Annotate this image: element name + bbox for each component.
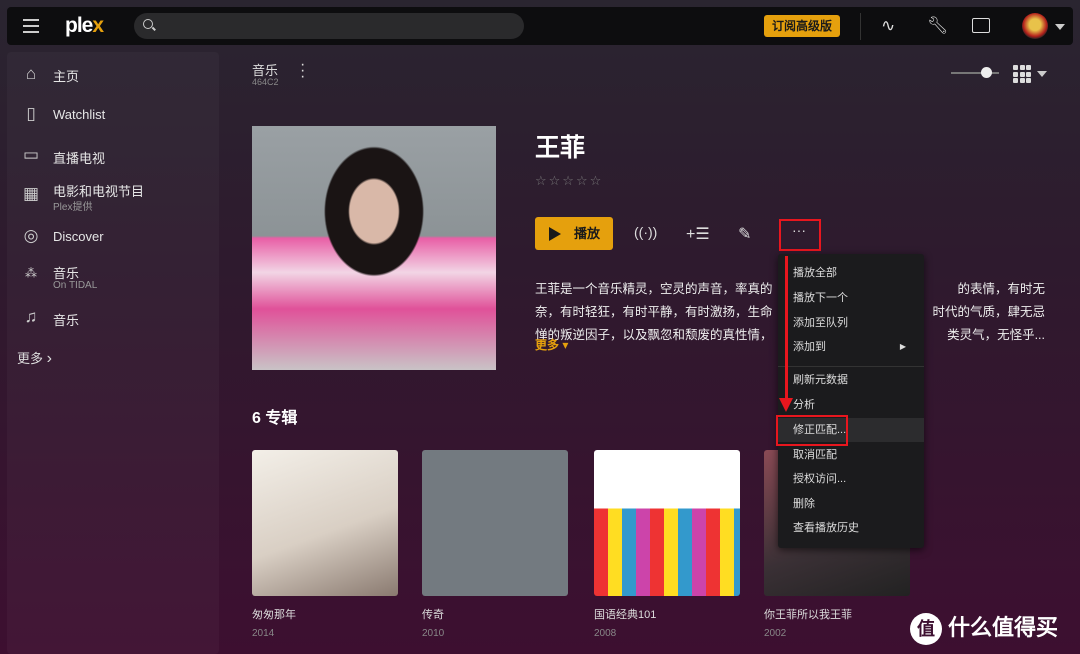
annotation-box <box>776 415 848 446</box>
grid-view-icon[interactable] <box>1013 65 1031 83</box>
sidebar-item-live-tv[interactable]: ▭ 直播电视 <box>7 138 219 174</box>
menu-item-unmatch[interactable]: 取消匹配 <box>778 443 924 467</box>
menu-item-add-to-queue[interactable]: 添加至队列 <box>778 311 924 335</box>
film-icon: ▦ <box>22 184 40 203</box>
album-cover <box>252 450 398 596</box>
add-to-queue-icon[interactable]: +☰ <box>686 224 710 244</box>
sidebar-item-watchlist[interactable]: ▯ Watchlist <box>7 97 219 133</box>
menu-item-play-next[interactable]: 播放下一个 <box>778 286 924 310</box>
top-bar: plex 订阅高级版 ∿ 🔧︎ <box>7 7 1073 45</box>
avatar[interactable] <box>1022 13 1048 39</box>
premium-button[interactable]: 订阅高级版 <box>764 15 840 37</box>
edit-icon[interactable]: ✎ <box>738 224 751 244</box>
menu-item-refresh-metadata[interactable]: 刷新元数据 <box>778 368 924 392</box>
annotation-arrow <box>785 256 788 404</box>
star-rating[interactable]: ☆☆☆☆☆ <box>535 173 603 189</box>
bookmark-icon: ▯ <box>26 104 36 123</box>
activity-icon[interactable]: ∿ <box>881 16 895 36</box>
wrench-icon[interactable]: 🔧︎ <box>927 16 949 36</box>
sidebar-more[interactable]: 更多 › <box>17 348 52 368</box>
home-icon: ⌂ <box>25 64 37 83</box>
library-subtitle: 464C2 <box>252 77 279 87</box>
album-cover <box>422 450 568 596</box>
search-input[interactable] <box>134 13 524 39</box>
sidebar-item-discover[interactable]: ◎ Discover <box>7 219 219 255</box>
menu-item-share[interactable]: 授权访问... <box>778 467 924 491</box>
description-more-button[interactable]: 更多 ▾ <box>535 336 568 353</box>
music-note-icon: ♫ <box>24 307 38 326</box>
watermark: 值什么值得买 <box>910 610 1058 646</box>
menu-item-play-all[interactable]: 播放全部 <box>778 261 924 285</box>
albums-heading: 6 专辑 <box>252 410 298 427</box>
sidebar-item-music[interactable]: ♫ 音乐 <box>7 300 219 336</box>
play-button[interactable]: 播放 <box>535 217 613 250</box>
size-slider[interactable] <box>951 67 999 78</box>
cast-icon[interactable] <box>972 18 990 33</box>
library-more-icon[interactable]: · · · <box>300 57 306 85</box>
album-card[interactable]: 传奇 2010 <box>422 450 568 639</box>
menu-item-analyze[interactable]: 分析 <box>778 393 924 417</box>
menu-item-play-history[interactable]: 查看播放历史 <box>778 516 924 540</box>
menu-icon[interactable] <box>23 19 39 33</box>
album-cover <box>594 450 740 596</box>
menu-divider <box>778 366 924 367</box>
submenu-arrow-icon: ▶ <box>899 342 906 351</box>
slider-handle[interactable] <box>981 67 992 78</box>
divider <box>860 13 861 40</box>
play-icon <box>549 227 561 241</box>
tidal-icon: ⁂ <box>25 266 37 280</box>
menu-item-add-to[interactable]: 添加到 ▶ <box>778 335 924 359</box>
annotation-arrow-head <box>779 398 793 412</box>
sidebar-item-home[interactable]: ⌂ 主页 <box>7 56 219 92</box>
plex-logo[interactable]: plex <box>65 14 104 38</box>
radio-icon[interactable]: ((·)) <box>634 224 657 240</box>
sidebar-item-tidal[interactable]: ⁂ 音乐 On TIDAL <box>7 258 219 294</box>
artist-name: 王菲 <box>535 134 586 162</box>
view-chevron-down-icon[interactable] <box>1037 71 1047 77</box>
sidebar-item-movies-tv[interactable]: ▦ 电影和电视节目 Plex提供 <box>7 176 219 213</box>
menu-item-delete[interactable]: 删除 <box>778 492 924 516</box>
chevron-down-icon[interactable] <box>1055 24 1065 30</box>
album-card[interactable]: 国语经典101 2008 <box>594 450 740 639</box>
annotation-box <box>779 219 821 251</box>
chevron-right-icon: › <box>46 350 52 367</box>
artist-photo <box>252 126 496 370</box>
tv-icon: ▭ <box>22 145 40 164</box>
search-icon <box>143 19 153 29</box>
compass-icon: ◎ <box>23 226 39 245</box>
album-card[interactable]: 匆匆那年 2014 <box>252 450 398 639</box>
context-menu: 播放全部 播放下一个 添加至队列 添加到 ▶ 刷新元数据 分析 修正匹配... 取… <box>778 254 924 548</box>
